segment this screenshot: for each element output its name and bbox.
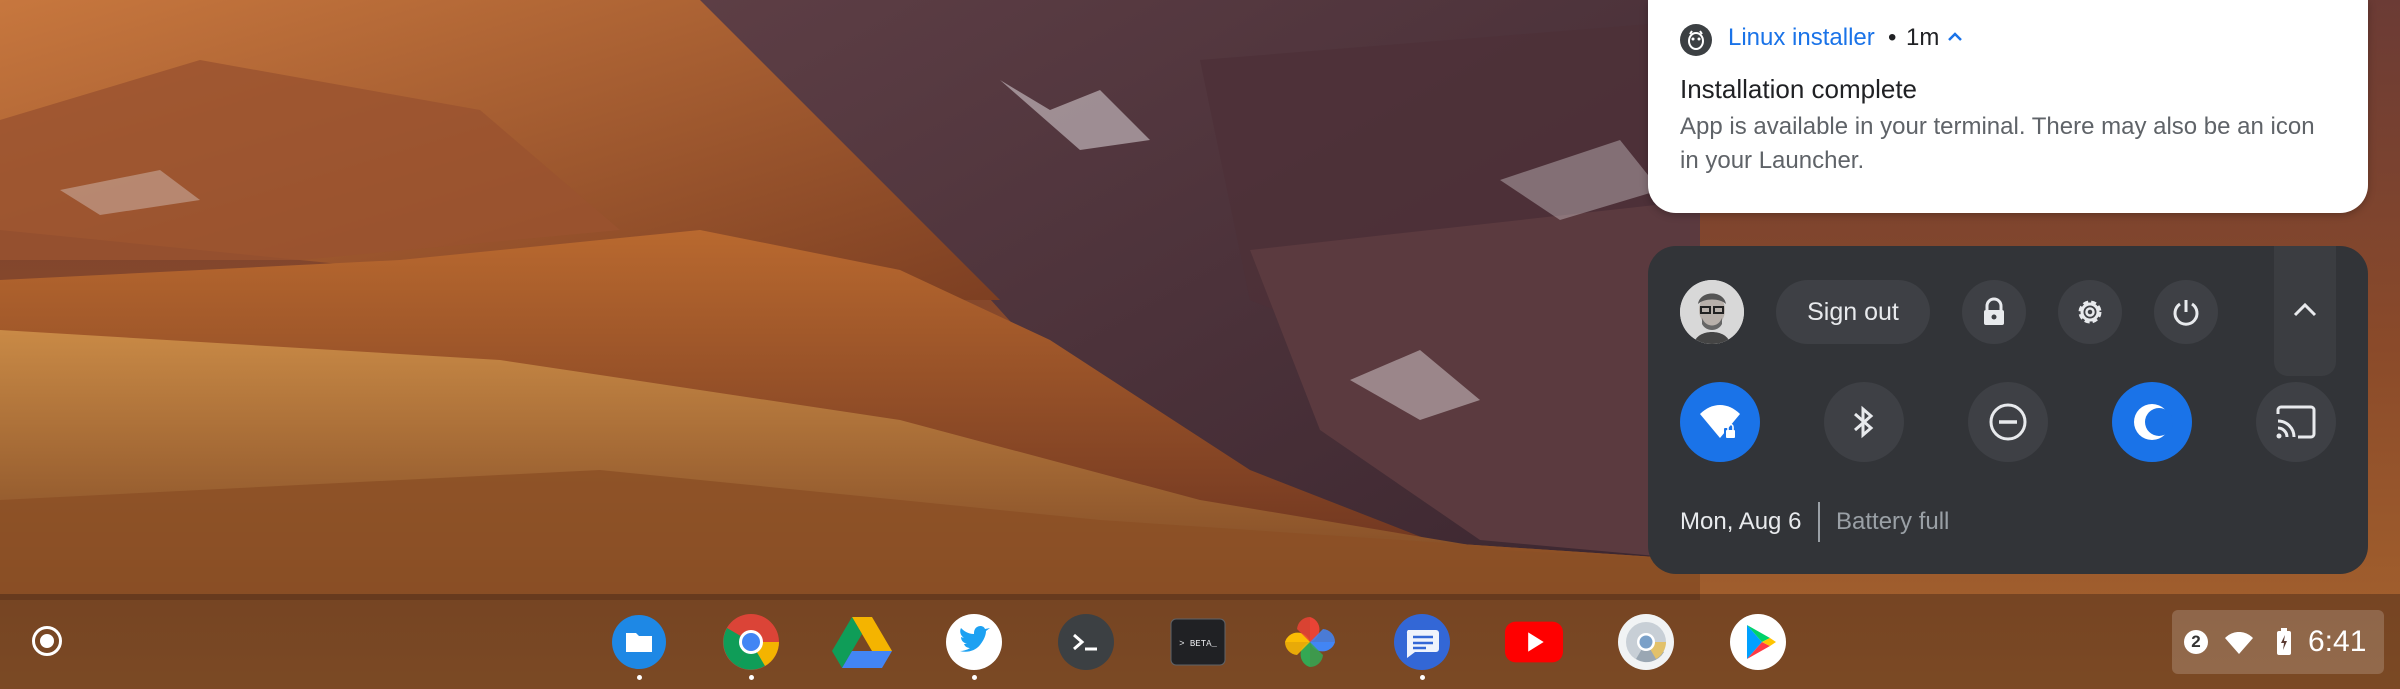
notification-body: App is available in your terminal. There… xyxy=(1680,113,2315,174)
terminal-beta-app[interactable]: > BETA_ xyxy=(1168,612,1228,672)
chevron-up-icon[interactable] xyxy=(1946,30,1964,44)
play-store-icon xyxy=(1730,614,1786,670)
battery-status[interactable]: Battery full xyxy=(1836,508,1949,536)
user-avatar[interactable] xyxy=(1680,280,1744,344)
power-icon xyxy=(2173,300,2199,326)
google-photos-icon xyxy=(1285,616,1335,668)
files-icon xyxy=(612,615,666,669)
running-indicator xyxy=(972,675,977,680)
chrome-icon xyxy=(723,614,779,670)
running-indicator xyxy=(637,675,642,680)
chrome-app[interactable] xyxy=(721,612,781,680)
settings-icon xyxy=(2078,300,2102,324)
cast-icon xyxy=(2276,405,2316,439)
running-indicator xyxy=(1420,675,1425,680)
twitter-app[interactable] xyxy=(944,612,1004,680)
messages-icon xyxy=(1394,614,1450,670)
play-store-app[interactable] xyxy=(1728,612,1788,672)
terminal-beta-label: > BETA_ xyxy=(1179,639,1217,649)
linux-installer-icon xyxy=(1680,24,1712,56)
bluetooth-toggle[interactable] xyxy=(1824,382,1904,462)
google-drive-icon xyxy=(832,617,892,668)
twitter-icon xyxy=(946,614,1002,670)
google-drive-app[interactable] xyxy=(832,612,892,672)
launcher-icon xyxy=(40,634,54,648)
terminal-icon xyxy=(1058,614,1114,670)
youtube-app[interactable] xyxy=(1504,612,1564,672)
terminal-beta-icon: > BETA_ xyxy=(1170,618,1226,666)
lock-button[interactable] xyxy=(1962,280,2026,344)
notification-card[interactable]: Linux installer • 1m Installation comple… xyxy=(1648,0,2368,213)
clock: 6:41 xyxy=(2308,625,2367,658)
notification-separator: • xyxy=(1888,24,1897,51)
night-light-toggle[interactable] xyxy=(2112,382,2192,462)
do-not-disturb-toggle[interactable] xyxy=(1968,382,2048,462)
shelf: > BETA_ 2 6:41 xyxy=(0,594,2400,689)
sign-out-button[interactable]: Sign out xyxy=(1776,280,1930,344)
terminal-app[interactable] xyxy=(1056,612,1116,672)
files-app[interactable] xyxy=(609,612,669,680)
cast-toggle[interactable] xyxy=(2256,382,2336,462)
divider xyxy=(1818,502,1820,542)
notification-app-name: Linux installer xyxy=(1728,24,1875,51)
messages-app[interactable] xyxy=(1392,612,1452,680)
lock-icon xyxy=(1984,297,2004,325)
wifi-icon xyxy=(1700,405,1740,438)
chrome-canary-app[interactable] xyxy=(1616,612,1676,672)
quick-settings-panel: Sign out Mon, Aug 6 Battery full xyxy=(1648,246,2368,574)
wifi-icon xyxy=(2225,632,2253,654)
notification-title: Installation complete xyxy=(1680,74,1918,104)
youtube-icon xyxy=(1504,621,1564,663)
chrome-canary-icon xyxy=(1618,614,1674,670)
notification-time: 1m xyxy=(1906,24,1940,51)
night-light-icon xyxy=(2134,404,2173,440)
chevron-up-icon xyxy=(2293,302,2317,317)
status-area[interactable]: 2 6:41 xyxy=(2172,610,2384,674)
date-label[interactable]: Mon, Aug 6 xyxy=(1680,508,1801,536)
battery-icon xyxy=(2277,628,2291,655)
collapse-button[interactable] xyxy=(2274,246,2336,376)
launcher-button[interactable] xyxy=(32,626,62,656)
google-photos-app[interactable] xyxy=(1280,612,1340,672)
running-indicator xyxy=(749,675,754,680)
settings-button[interactable] xyxy=(2058,280,2122,344)
notification-count-badge: 2 xyxy=(2184,630,2208,654)
wifi-toggle[interactable] xyxy=(1680,382,1760,462)
bluetooth-icon xyxy=(1854,405,1874,439)
do-not-disturb-icon xyxy=(1989,403,2027,441)
power-button[interactable] xyxy=(2154,280,2218,344)
